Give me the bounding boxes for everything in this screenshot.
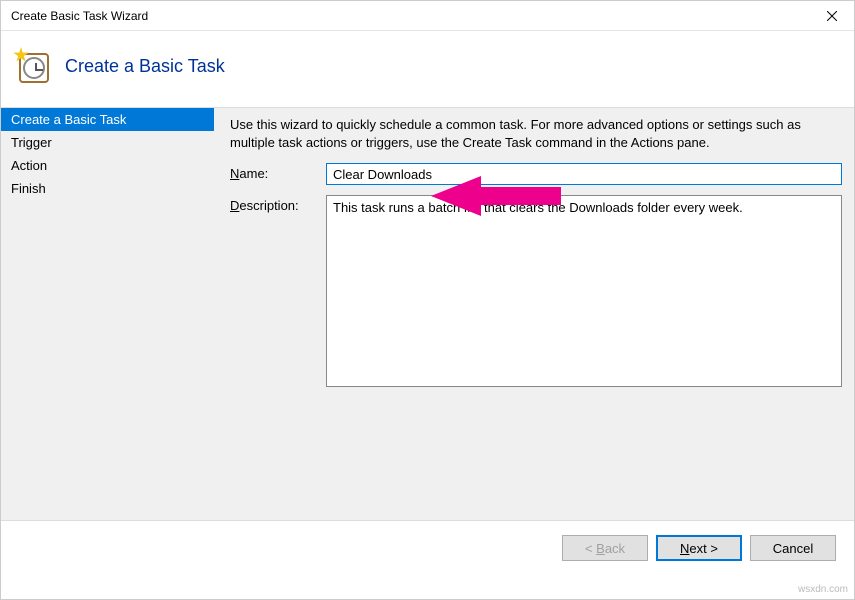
watermark: wsxdn.com [798,584,848,595]
name-label: Name: [230,163,326,181]
sidebar-item-label: Trigger [11,135,52,150]
titlebar: Create Basic Task Wizard [1,1,854,31]
description-row: Description: [230,195,842,387]
wizard-footer: < Back Next > Cancel [1,521,854,575]
page-title: Create a Basic Task [65,56,225,77]
window-title: Create Basic Task Wizard [11,9,148,23]
close-button[interactable] [809,1,854,31]
sidebar-item-label: Action [11,158,47,173]
wizard-content: Create a Basic Task Trigger Action Finis… [1,107,854,521]
sidebar-item-label: Create a Basic Task [11,112,126,127]
description-label: Description: [230,195,326,213]
sidebar-item-finish[interactable]: Finish [1,177,214,200]
sidebar-item-action[interactable]: Action [1,154,214,177]
sidebar-item-label: Finish [11,181,46,196]
cancel-button[interactable]: Cancel [750,535,836,561]
back-button: < Back [562,535,648,561]
wizard-sidebar: Create a Basic Task Trigger Action Finis… [1,108,214,520]
wizard-icon [15,49,49,83]
name-row: Name: [230,163,842,185]
intro-text: Use this wizard to quickly schedule a co… [230,116,842,151]
description-input[interactable] [326,195,842,387]
sidebar-item-create[interactable]: Create a Basic Task [1,108,214,131]
wizard-header: Create a Basic Task [1,31,854,107]
next-button[interactable]: Next > [656,535,742,561]
name-input[interactable] [326,163,842,185]
sidebar-item-trigger[interactable]: Trigger [1,131,214,154]
close-icon [827,11,837,21]
wizard-main: Use this wizard to quickly schedule a co… [214,108,854,520]
